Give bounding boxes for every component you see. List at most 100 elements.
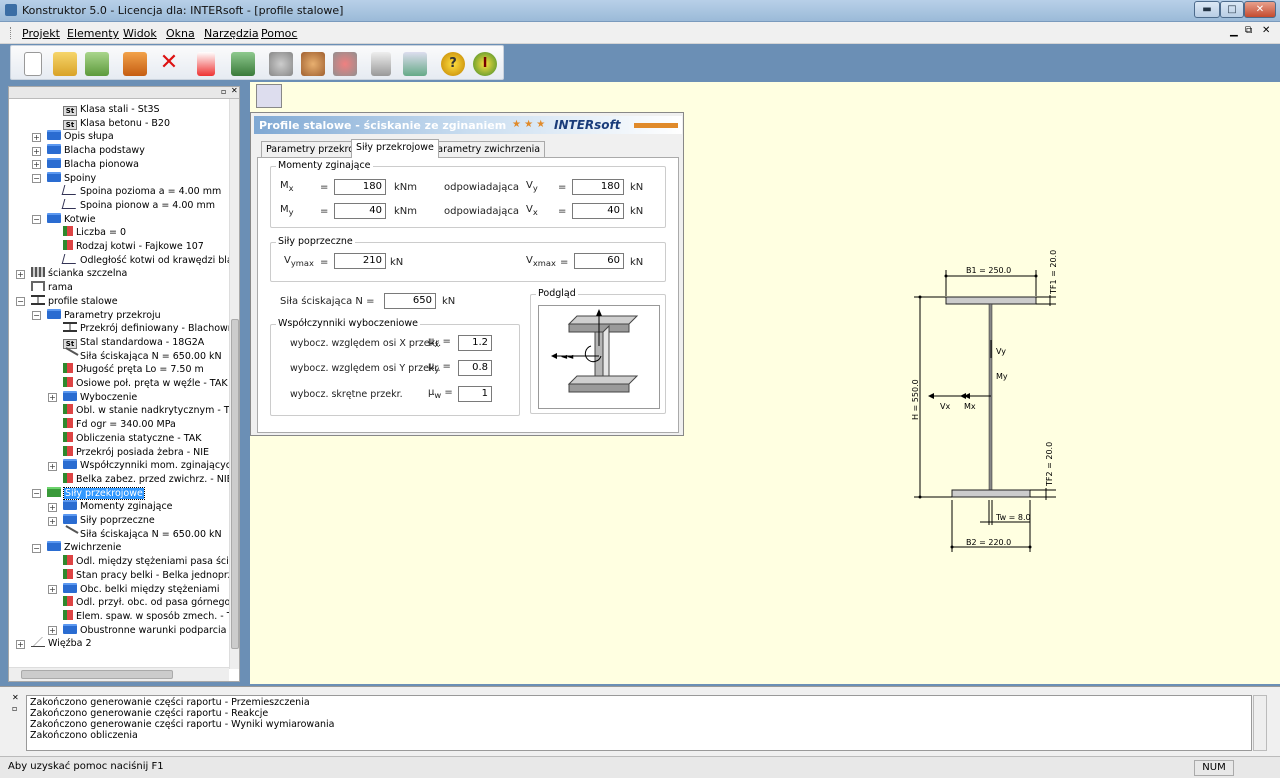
axial-input[interactable]: 650 [384, 293, 436, 309]
vx-input[interactable]: 40 [572, 203, 624, 219]
tree-expander[interactable]: + [48, 585, 57, 594]
tree-node[interactable]: St Klasa betonu - B20 [63, 117, 170, 131]
tree-node[interactable]: Odl. przył. obc. od pasa górnego = [63, 596, 229, 610]
tree-expander[interactable]: + [48, 502, 57, 512]
tree-node[interactable]: Spoina pionow a = 4.00 mm [61, 198, 215, 213]
close-button[interactable]: ✕ [1244, 1, 1276, 18]
maximize-button[interactable]: □ [1220, 1, 1244, 18]
muy-input[interactable]: 0.8 [458, 360, 492, 376]
tree-node[interactable]: Stan pracy belki - Belka jednoprzęsł [63, 568, 229, 583]
delete-icon[interactable]: ✕ [157, 52, 181, 76]
help-icon[interactable]: ? [441, 52, 465, 76]
tree-expander[interactable]: − [32, 174, 41, 183]
tree-node[interactable]: Wyboczenie [63, 390, 137, 405]
scroll-thumb[interactable] [231, 319, 239, 649]
mdi-close-icon[interactable]: ✕ [1262, 25, 1270, 36]
tree-expander[interactable]: + [32, 132, 41, 142]
menu-okna[interactable]: Okna [166, 27, 195, 40]
vy-input[interactable]: 180 [572, 179, 624, 195]
tree-node[interactable]: Kotwie [47, 212, 96, 227]
tree-expander[interactable]: − [32, 311, 41, 320]
open-folder-icon[interactable] [53, 52, 77, 76]
info-icon[interactable]: I [473, 52, 497, 76]
tree-node[interactable]: ścianka szczelna [31, 267, 127, 281]
tree-node[interactable]: Siły przekrojowe [47, 486, 145, 501]
save-icon[interactable] [123, 52, 147, 76]
menu-projekt[interactable]: Projekt [22, 27, 60, 40]
tree-node[interactable]: St Klasa stali - St3S [63, 103, 160, 117]
tree-node[interactable]: Współczynniki mom. zginających [63, 459, 229, 473]
tree-expander[interactable]: + [16, 269, 25, 279]
tree-node[interactable]: Długość pręta Lo = 7.50 m [63, 363, 204, 377]
tree-node[interactable]: Spoiny [47, 171, 96, 186]
log-pin-icon[interactable]: ▫ [12, 704, 17, 713]
tree-node[interactable]: Obustronne warunki podparcia [63, 623, 226, 638]
mux-input[interactable]: 1.2 [458, 335, 492, 351]
tree-node[interactable]: Przekrój posiada żebra - NIE [63, 445, 209, 460]
gear-icon[interactable] [269, 52, 293, 76]
tree-node[interactable]: Belka zabez. przed zwichrz. - NIE [63, 472, 229, 487]
tree-node[interactable]: Więźba 2 [31, 637, 92, 651]
vxmax-input[interactable]: 60 [574, 253, 624, 269]
tree-expander[interactable]: − [16, 297, 25, 307]
tree-expander[interactable]: − [32, 543, 41, 553]
tree-node[interactable]: Zwichrzenie [47, 541, 121, 555]
panel-pin-icon[interactable]: ▫ [221, 87, 226, 96]
tree-expander[interactable]: + [32, 146, 41, 156]
log-close-icon[interactable]: ✕ [12, 693, 19, 702]
mdi-restore-icon[interactable]: ⧉ [1245, 25, 1252, 36]
hscroll-thumb[interactable] [21, 670, 173, 679]
tree-expander[interactable]: + [48, 516, 57, 526]
tree-node[interactable]: profile stalowe [31, 294, 118, 309]
tab-parametry-zwichrzenia[interactable]: Parametry zwichrzenia [427, 141, 546, 157]
tree-expander[interactable]: + [48, 461, 57, 471]
tree-vertical-scrollbar[interactable] [229, 99, 239, 669]
tree-node[interactable]: Obl. w stanie nadkrytycznym - TAK [63, 404, 229, 418]
tree-node[interactable]: Parametry przekroju [47, 308, 161, 323]
tree-node[interactable]: Siła ściskająca N = 650.00 kN [61, 524, 222, 542]
tree-expander[interactable]: + [48, 393, 57, 403]
log-scrollbar[interactable] [1253, 695, 1267, 751]
tree-node[interactable]: Spoina pozioma a = 4.00 mm [61, 185, 221, 199]
mdi-minimize-icon[interactable]: ▁ [1230, 26, 1238, 37]
tree-node[interactable]: rama [31, 281, 73, 295]
menu-narzedzia[interactable]: Narzędzia [204, 27, 259, 40]
tree-node[interactable]: Blacha podstawy [47, 144, 145, 158]
export-icon[interactable] [197, 52, 215, 76]
tree-node[interactable]: Liczba = 0 [63, 226, 126, 240]
calculator-icon[interactable] [371, 52, 391, 76]
tree-expander[interactable]: + [32, 160, 41, 170]
print-icon[interactable] [403, 52, 427, 76]
tree-node[interactable]: Elem. spaw. w sposób zmech. - TAK [63, 609, 229, 624]
minimize-button[interactable]: ▬ [1194, 1, 1220, 18]
muw-input[interactable]: 1 [458, 386, 492, 402]
tree-expander[interactable]: + [48, 626, 57, 636]
tree-node[interactable]: Opis słupa [47, 130, 114, 144]
tree-node[interactable]: Obliczenia statyczne - TAK [63, 431, 202, 446]
tree-node[interactable]: Blacha pionowa [47, 157, 139, 172]
tree-expander[interactable]: − [32, 489, 41, 499]
panel-close-icon[interactable]: ✕ [231, 86, 238, 95]
gear-wrench-icon[interactable] [301, 52, 325, 76]
menu-elementy[interactable]: Elementy [67, 27, 119, 40]
report-icon[interactable] [231, 52, 255, 76]
tab-sily-przekrojowe[interactable]: Siły przekrojowe [351, 139, 439, 158]
tree-node[interactable]: Siła ściskająca N = 650.00 kN [61, 346, 222, 364]
open-green-folder-icon[interactable] [85, 52, 109, 76]
new-file-icon[interactable] [24, 52, 42, 76]
mx-input[interactable]: 180 [334, 179, 386, 195]
tree-node[interactable]: Rodzaj kotwi - Fajkowe 107 [63, 240, 204, 254]
gear-delete-icon[interactable] [333, 52, 357, 76]
tree-node[interactable]: Momenty zginające [63, 500, 173, 514]
tree-node[interactable]: Osiowe poł. pręta w węźle - TAK [63, 377, 228, 391]
tree-node[interactable]: Fd ogr = 340.00 MPa [63, 418, 176, 432]
tree-node[interactable]: Siły poprzeczne [63, 514, 155, 528]
my-input[interactable]: 40 [334, 203, 386, 219]
tree-node[interactable]: Odległość kotwi od krawędzi blachy [61, 253, 229, 268]
menu-widok[interactable]: Widok [123, 27, 157, 40]
tree-expander[interactable]: − [32, 215, 41, 225]
mdi-window-icon[interactable] [256, 84, 282, 108]
tree-node[interactable]: Odl. między stężeniami pasa ścisk. = [63, 555, 229, 569]
tree-horizontal-scrollbar[interactable] [9, 667, 229, 681]
tree-node[interactable]: Obc. belki między stężeniami [63, 582, 220, 597]
